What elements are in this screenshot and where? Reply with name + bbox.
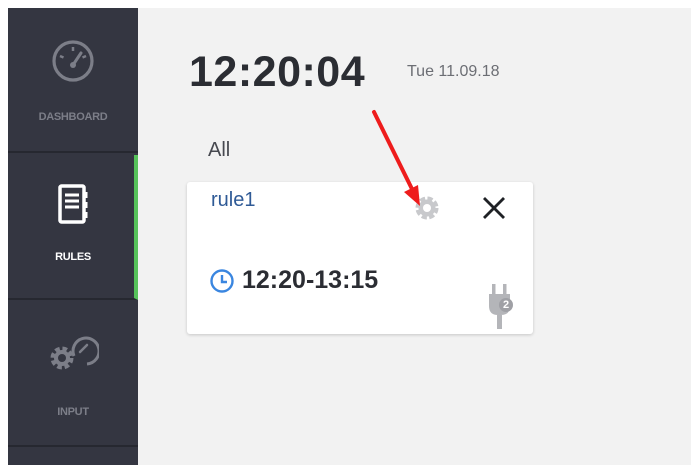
sidebar-item-label: INPUT <box>57 406 89 418</box>
sidebar-item-input[interactable]: INPUT <box>8 302 138 447</box>
speedometer-icon <box>8 38 138 84</box>
rule-name: rule1 <box>211 189 256 211</box>
sidebar: DASHBOARD RULES INPUT <box>8 8 138 465</box>
sidebar-item-rules[interactable]: RULES <box>8 155 138 300</box>
gear-gauge-icon <box>8 332 138 376</box>
clock-icon <box>210 268 234 293</box>
main-content: 12:20:04 Tue 11.09.18 All rule1 12:20-13… <box>138 8 691 465</box>
settings-icon <box>415 196 439 220</box>
plug-count-badge: 2 <box>502 299 510 311</box>
close-icon <box>483 197 505 219</box>
rule-time-range: 12:20-13:15 <box>209 266 378 295</box>
rule-card[interactable]: rule1 12:20-13:15 2 <box>187 182 533 334</box>
current-time: 12:20:04 <box>189 48 366 96</box>
plug-icon: 2 <box>489 282 515 330</box>
notebook-icon <box>8 183 138 227</box>
rule-group-label: All <box>208 139 231 161</box>
sidebar-item-label: RULES <box>55 251 91 263</box>
sidebar-item-label: DASHBOARD <box>38 111 108 123</box>
sidebar-item-dashboard[interactable]: DASHBOARD <box>8 8 138 153</box>
app-window: DASHBOARD RULES INPUT 12:20:04 Tue 11.09… <box>8 8 691 465</box>
rule-delete-button[interactable] <box>477 191 511 225</box>
time-range-text: 12:20-13:15 <box>242 266 379 294</box>
page: DASHBOARD RULES INPUT 12:20:04 Tue 11.09… <box>0 0 691 465</box>
rule-settings-button[interactable] <box>409 190 445 226</box>
current-date: Tue 11.09.18 <box>407 63 500 80</box>
